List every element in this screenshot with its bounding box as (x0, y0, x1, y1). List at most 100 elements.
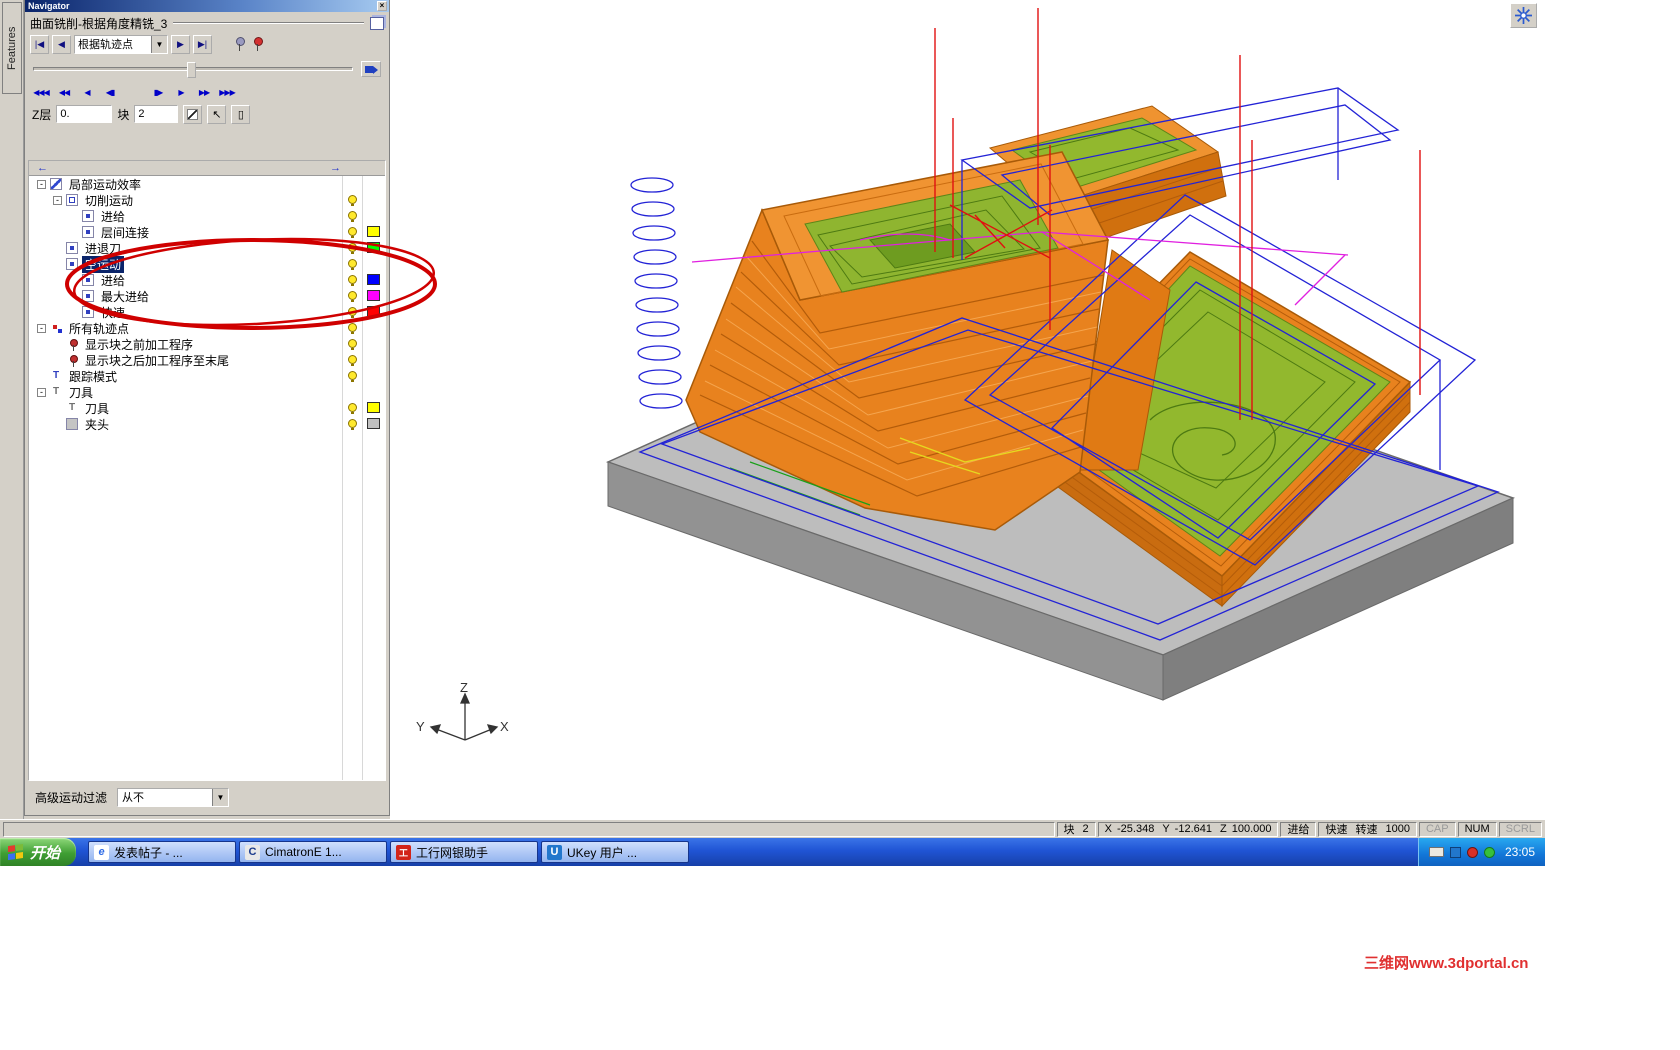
chevron-down-icon[interactable]: ▼ (151, 35, 167, 53)
visibility-bulb-icon[interactable] (348, 403, 357, 414)
tree-item-7[interactable]: 最大进给 (29, 288, 385, 304)
navigator-titlebar[interactable]: Navigator × (25, 0, 389, 12)
tree-item-5[interactable]: 空运动 (29, 255, 385, 273)
scroll-left-icon[interactable]: ← (37, 161, 48, 175)
tree-item-6[interactable]: 进给 (29, 272, 385, 288)
clipboard-button[interactable]: ▯ (231, 104, 251, 124)
color-swatch[interactable] (367, 402, 380, 413)
last-button[interactable]: ▶| (193, 34, 212, 54)
progress-slider[interactable] (33, 62, 353, 78)
tree-item-1[interactable]: - 切削运动 (29, 192, 385, 208)
vcr-button[interactable]: ▶▶▶ (216, 84, 238, 100)
taskbar-task-3[interactable]: UKey 用户 ... (541, 841, 690, 863)
vcr-button[interactable]: ◀◀◀ (30, 84, 52, 100)
tool-icon (50, 386, 62, 398)
visibility-bulb-icon[interactable] (348, 339, 357, 350)
visibility-bulb-icon[interactable] (348, 307, 357, 318)
advanced-filter-select[interactable]: 从不 ▼ (117, 787, 230, 807)
vcr-button[interactable]: ◀ (76, 84, 98, 100)
operation-name: 曲面铣削-根据角度精铣_3 (30, 16, 168, 31)
visibility-bulb-icon[interactable] (348, 355, 357, 366)
navigator-panel: Navigator × 曲面铣削-根据角度精铣_3 |◀ ◀ 根据轨迹点 ▼ ▶… (24, 0, 390, 816)
color-swatch[interactable] (367, 226, 380, 237)
chevron-down-icon[interactable]: ▼ (212, 788, 229, 806)
play-button[interactable]: ▶ (171, 34, 190, 54)
expander-icon[interactable]: - (37, 179, 46, 189)
marker-start-icon[interactable] (232, 36, 247, 52)
tree-item-11[interactable]: 显示块之后加工程序至末尾 (29, 352, 385, 368)
tree-item-label: 切削运动 (85, 193, 134, 208)
tree-item-0[interactable]: - 局部运动效率 (29, 176, 385, 192)
prev-button[interactable]: ◀ (52, 34, 71, 54)
vcr-button[interactable]: ◀◀ (53, 84, 75, 100)
visibility-bulb-icon[interactable] (348, 243, 357, 254)
color-swatch[interactable] (367, 274, 380, 285)
pick-cursor-button[interactable]: ↖ (207, 104, 227, 124)
cimatron-icon (245, 844, 261, 860)
tree-header: ← → (29, 161, 385, 176)
tree-item-4[interactable]: 进退刀 (29, 240, 385, 256)
color-swatch[interactable] (367, 242, 380, 253)
simulation-view-icon[interactable] (361, 61, 381, 77)
visibility-bulb-icon[interactable] (348, 275, 357, 286)
skip-button[interactable] (183, 104, 203, 124)
taskbar-task-1[interactable]: CimatronE 1... (239, 841, 388, 863)
tree-item-12[interactable]: 跟踪模式 (29, 368, 385, 384)
vcr-button[interactable]: ▮▶ (147, 84, 169, 100)
tree-item-9[interactable]: - 所有轨迹点 (29, 320, 385, 336)
visibility-bulb-icon[interactable] (348, 371, 357, 382)
tree-item-15[interactable]: 夹头 (29, 416, 385, 432)
advanced-filter-label: 高级运动过滤 (35, 790, 108, 805)
playback-mode-select[interactable]: 根据轨迹点 ▼ (74, 34, 168, 54)
taskbar-task-2[interactable]: 工行网银助手 (390, 841, 539, 863)
playback-mode-value: 根据轨迹点 (78, 39, 133, 51)
viewport-3d[interactable]: Z X Y (390, 0, 1545, 819)
vcr-button[interactable]: ◀▮ (99, 84, 121, 100)
visibility-bulb-icon[interactable] (348, 291, 357, 302)
features-tab[interactable]: Features (1, 2, 22, 94)
keyboard-icon[interactable] (1428, 847, 1444, 857)
features-tab-label: Features (5, 26, 18, 70)
color-swatch[interactable] (367, 306, 380, 317)
visibility-bulb-icon[interactable] (348, 195, 357, 206)
copy-icon[interactable] (370, 16, 384, 30)
advanced-filter-value: 从不 (122, 792, 145, 804)
motion-icon (66, 194, 78, 206)
scroll-right-icon[interactable]: → (330, 161, 341, 175)
tree-item-3[interactable]: 层间连接 (29, 224, 385, 240)
tree-item-14[interactable]: 刀具 (29, 400, 385, 416)
slider-thumb[interactable] (186, 62, 196, 78)
taskbar-task-0[interactable]: 发表帖子 - ... (88, 841, 237, 863)
tray-app-icon[interactable] (1466, 846, 1478, 858)
visibility-bulb-icon[interactable] (348, 227, 357, 238)
expander-icon[interactable]: - (37, 387, 46, 397)
tray-app-icon[interactable] (1449, 846, 1461, 858)
tree-item-10[interactable]: 显示块之前加工程序 (29, 336, 385, 352)
simulation-tree-panel: ← → - 局部运动效率 - 切削运动 进给 层间连接 进退刀 空运动 进给 最大进给 快速 - 所有轨… (28, 160, 386, 781)
taskbar-clock: 23:05 (1504, 845, 1535, 859)
first-button[interactable]: |◀ (30, 34, 49, 54)
visibility-bulb-icon[interactable] (348, 419, 357, 430)
expander-icon[interactable]: - (53, 195, 62, 205)
vcr-button[interactable]: ▶ (170, 84, 192, 100)
icbc-icon (396, 844, 412, 860)
visibility-bulb-icon[interactable] (348, 323, 357, 334)
color-swatch[interactable] (367, 290, 380, 301)
visibility-bulb-icon[interactable] (348, 211, 357, 222)
visibility-bulb-icon[interactable] (348, 259, 357, 270)
block-input[interactable] (134, 105, 179, 123)
node-icon (82, 306, 94, 318)
tree-item-13[interactable]: - 刀具 (29, 384, 385, 400)
view-orientation-button[interactable] (1510, 3, 1537, 28)
tray-app-icon[interactable] (1483, 846, 1495, 858)
z-level-input[interactable] (56, 105, 113, 123)
close-icon[interactable]: × (377, 1, 387, 11)
tree-item-8[interactable]: 快速 (29, 304, 385, 320)
color-swatch[interactable] (367, 418, 380, 429)
tree-item-2[interactable]: 进给 (29, 208, 385, 224)
tree-item-label: 快速 (101, 305, 126, 320)
start-button[interactable]: 开始 (0, 838, 77, 866)
expander-icon[interactable]: - (37, 323, 46, 333)
vcr-button[interactable]: ▶▶ (193, 84, 215, 100)
marker-end-icon[interactable] (250, 36, 265, 52)
